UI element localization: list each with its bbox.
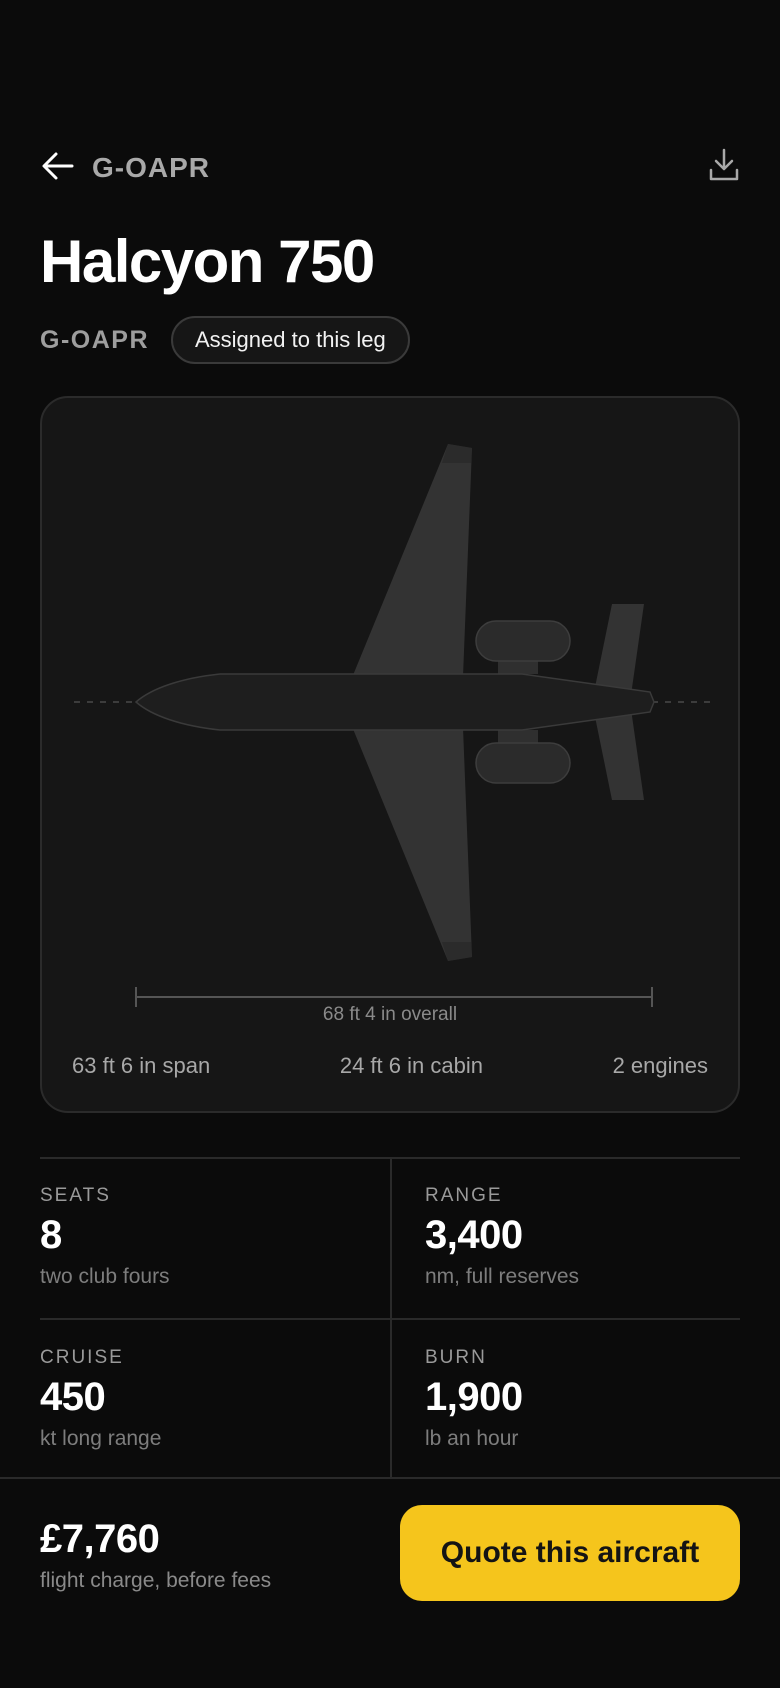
specs-grid: SEATS 8 two club fours RANGE 3,400 nm, f… [40,1157,740,1477]
cabin-label: 24 ft 6 in cabin [339,1053,483,1078]
aircraft-name: Halcyon 750 [40,228,375,295]
price-caption: flight charge, before fees [40,1569,272,1592]
stat-label: RANGE [425,1185,503,1206]
quote-aircraft-button[interactable]: Quote this aircraft [400,1505,740,1601]
stat-cruise: CRUISE 450 kt long range [40,1347,370,1451]
arrow-left-icon [42,152,74,180]
back-button[interactable] [40,148,76,184]
span-label: 63 ft 6 in span [72,1053,211,1078]
assigned-badge: Assigned to this leg [171,316,410,364]
registration-row: G-OAPR Assigned to this leg [40,316,410,364]
engines-label: 2 engines [612,1053,708,1078]
stat-value: 1,900 [425,1375,523,1419]
stat-sub: kt long range [40,1427,162,1450]
stat-label: CRUISE [40,1347,124,1368]
price-value: £7,760 [40,1517,160,1561]
divider [390,1157,392,1477]
stat-sub: nm, full reserves [425,1265,580,1288]
stat-seats: SEATS 8 two club fours [40,1185,370,1289]
download-button[interactable] [708,148,740,182]
top-bar: G-OAPR [40,148,740,188]
download-icon [709,148,739,181]
stat-value: 3,400 [425,1213,523,1257]
aircraft-detail-screen: G-OAPR Halcyon 750 G-OAPR Assigned to th… [0,0,780,1688]
header-title: G-OAPR [92,152,210,183]
stat-sub: two club fours [40,1265,170,1288]
price-footer: £7,760 flight charge, before fees Quote … [0,1477,780,1688]
stat-value: 450 [40,1375,106,1419]
registration: G-OAPR [40,325,149,354]
dimensions-row: 63 ft 6 in span 24 ft 6 in cabin 2 engin… [72,1053,708,1079]
overall-length-label: 68 ft 4 in overall [322,1004,458,1025]
stat-range: RANGE 3,400 nm, full reserves [425,1185,755,1289]
stat-label: BURN [425,1347,487,1368]
stat-sub: lb an hour [425,1427,519,1450]
stat-label: SEATS [40,1185,111,1206]
stat-value: 8 [40,1213,62,1257]
stat-burn: BURN 1,900 lb an hour [425,1347,755,1451]
